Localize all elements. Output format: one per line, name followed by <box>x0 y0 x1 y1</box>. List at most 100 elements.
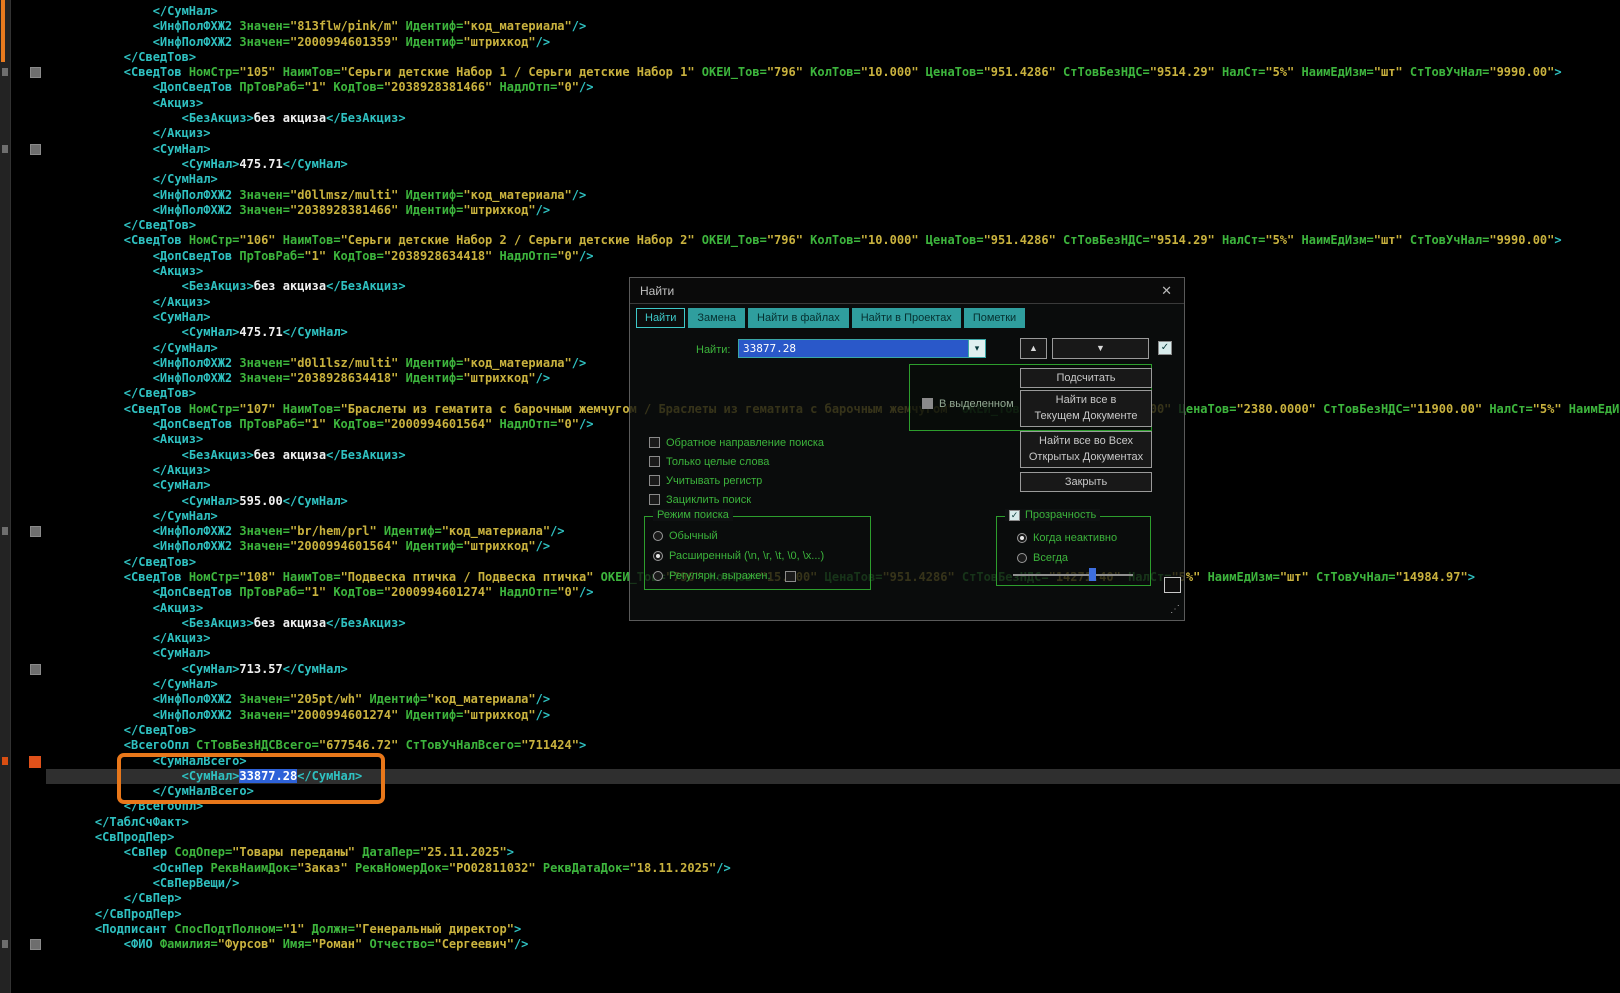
code-line[interactable]: <ИнфПолФХЖ2 Значен="d0llmsz/multi" Идент… <box>46 188 1620 203</box>
find-next-button[interactable]: ▼ <box>1052 338 1149 359</box>
transparency-checkbox[interactable]: ✓ <box>1009 509 1020 521</box>
code-line[interactable]: <БезАкциз>без акциза</БезАкциз> <box>46 111 1620 126</box>
tab-find-in-projects[interactable]: Найти в Проектах <box>851 308 961 328</box>
code-line[interactable]: </СумНал> <box>46 4 1620 19</box>
code-line[interactable]: <СведТов НомСтр="106" НаимТов="Серьги де… <box>46 233 1620 248</box>
tab-replace[interactable]: Замена <box>688 308 746 328</box>
code-line[interactable]: </СумНал> <box>46 677 1620 692</box>
transparency-slider-track[interactable] <box>1013 574 1133 576</box>
checkbox-box <box>649 437 660 448</box>
checkbox-whole-word[interactable]: Только целые слова <box>649 452 824 471</box>
code-token: > <box>1554 233 1562 248</box>
code-line[interactable]: </СвПродПер> <box>46 907 1620 922</box>
code-token: "d0llmsz/multi" <box>289 187 399 202</box>
code-line[interactable]: <ВсегоОпл СтТовБезНДСВсего="677546.72" С… <box>46 738 1620 753</box>
code-line[interactable]: <СумНал>713.57</СумНал> <box>46 662 1620 677</box>
fold-marker[interactable] <box>30 67 41 79</box>
in-selection-checkbox[interactable] <box>922 398 933 409</box>
code-token: НадлОтп= <box>492 417 558 432</box>
code-token: НаимЕдИзм= <box>1294 65 1374 80</box>
tab-find-in-files[interactable]: Найти в файлах <box>748 308 849 328</box>
code-line[interactable]: <СведТов НомСтр="105" НаимТов="Серьги де… <box>46 65 1620 80</box>
checkbox-match-case[interactable]: Учитывать регистр <box>649 471 824 490</box>
fold-marker[interactable] <box>30 663 41 675</box>
code-line[interactable]: </СвПер> <box>46 891 1620 906</box>
overview-orange-marker <box>1 0 5 62</box>
code-line[interactable]: </СведТов> <box>46 50 1620 65</box>
code-token: </Акциз> <box>152 462 211 477</box>
top-right-checkbox[interactable]: ✓ <box>1158 341 1172 355</box>
close-icon[interactable]: ✕ <box>1161 283 1172 299</box>
code-line[interactable]: <Акциз> <box>46 96 1620 111</box>
count-button[interactable]: Подсчитать <box>1020 368 1152 388</box>
code-line[interactable]: <Подписант СпосПодтПолном="1" Должн="Ген… <box>46 922 1620 937</box>
code-line[interactable]: </Акциз> <box>46 126 1620 141</box>
code-token: /> <box>579 585 594 600</box>
transparency-label: Прозрачность <box>1025 509 1097 521</box>
regex-newline-checkbox[interactable] <box>784 570 796 582</box>
find-all-open-button[interactable]: Найти все во Всех Открытых Документах <box>1020 431 1152 468</box>
code-token: Значен= <box>239 19 290 34</box>
resize-grip-icon[interactable]: ⋰ <box>1170 604 1180 615</box>
code-line[interactable]: <СумНал> <box>46 142 1620 157</box>
combo-dropdown-icon[interactable]: ▾ <box>968 340 985 357</box>
radio-transparency-on-losing-focus[interactable]: Когда неактивно <box>1017 528 1150 548</box>
code-token: Имя= <box>275 937 312 952</box>
overview-mark <box>2 527 8 536</box>
code-token: <СумНал> <box>181 661 240 676</box>
code-line[interactable]: <ИнфПолФХЖ2 Значен="2038928381466" Идент… <box>46 203 1620 218</box>
code-token: НомСтр= <box>188 569 240 584</box>
code-line[interactable]: </СумНал> <box>46 172 1620 187</box>
code-token: "796" <box>766 233 803 248</box>
code-token: КодТов= <box>326 417 384 432</box>
code-line[interactable]: <СвПерВещи/> <box>46 876 1620 891</box>
code-token: Идентиф= <box>398 371 464 386</box>
code-token: Должн= <box>304 921 356 936</box>
code-token: <ИнфПолФХЖ2 <box>152 371 240 386</box>
fold-marker[interactable] <box>30 526 41 538</box>
radio-extended[interactable]: Расширенный (\n, \r, \t, \0, \x...) <box>653 546 870 566</box>
code-line[interactable]: <СумНал> <box>46 646 1620 661</box>
code-line[interactable]: </СведТов> <box>46 218 1620 233</box>
code-line[interactable]: <СвПродПер> <box>46 830 1620 845</box>
code-line[interactable]: <СумНал>475.71</СумНал> <box>46 157 1620 172</box>
tab-mark[interactable]: Пометки <box>963 308 1026 328</box>
code-token: <ДопСведТов <box>152 248 240 263</box>
checkbox-backward-direction[interactable]: Обратное направление поиска <box>649 433 824 452</box>
radio-regex[interactable]: Регулярн. выражен. <box>653 566 870 586</box>
code-line[interactable]: </ТаблСчФакт> <box>46 815 1620 830</box>
code-token: <СумНал> <box>181 493 240 508</box>
code-line[interactable]: </СведТов> <box>46 723 1620 738</box>
code-token: /> <box>535 202 551 217</box>
radio-normal[interactable]: Обычный <box>653 526 870 546</box>
code-line[interactable]: <ИнфПолФХЖ2 Значен="813flw/pink/m" Идент… <box>46 19 1620 34</box>
close-button[interactable]: Закрыть <box>1020 472 1152 492</box>
code-line[interactable]: <ИнфПолФХЖ2 Значен="2000994601359" Идент… <box>46 35 1620 50</box>
code-token: <СвПерВещи/> <box>152 875 240 890</box>
code-line[interactable]: </Акциз> <box>46 631 1620 646</box>
find-label: Найти: <box>696 344 731 356</box>
code-line[interactable]: <СвПер СодОпер="Товары переданы" ДатаПер… <box>46 845 1620 860</box>
fold-marker[interactable] <box>30 143 41 155</box>
tab-find[interactable]: Найти <box>636 308 686 328</box>
fold-marker[interactable] <box>30 939 41 951</box>
code-line[interactable]: <ОснПер РеквНаимДок="Заказ" РеквНомерДок… <box>46 861 1620 876</box>
code-line[interactable]: <ДопСведТов ПрТовРаб="1" КодТов="2038928… <box>46 249 1620 264</box>
radio-transparency-always[interactable]: Всегда <box>1017 548 1150 568</box>
dialog-titlebar[interactable]: Найти ✕ <box>630 278 1184 304</box>
search-mode-options: Обычный Расширенный (\n, \r, \t, \0, \x..… <box>645 517 870 586</box>
small-button-box[interactable] <box>1164 577 1181 593</box>
code-line[interactable]: <ДопСведТов ПрТовРаб="1" КодТов="2038928… <box>46 80 1620 95</box>
transparency-slider-thumb[interactable] <box>1089 568 1096 581</box>
code-token: НалСт= <box>1482 401 1533 416</box>
find-all-current-button[interactable]: Найти все в Текущем Документе <box>1020 390 1152 427</box>
code-line[interactable]: <ФИО Фамилия="Фурсов" Имя="Роман" Отчест… <box>46 937 1620 952</box>
checkbox-wrap-around[interactable]: Зациклить поиск <box>649 490 824 509</box>
code-line[interactable]: <ИнфПолФХЖ2 Значен="2000994601274" Идент… <box>46 708 1620 723</box>
code-token: "711424" <box>521 738 579 753</box>
code-line[interactable]: <ИнфПолФХЖ2 Значен="205pt/wh" Идентиф="к… <box>46 692 1620 707</box>
find-previous-button[interactable]: ▲ <box>1020 338 1047 359</box>
search-input[interactable]: 33877.28 ▾ <box>738 339 986 358</box>
code-token: /> <box>579 417 594 432</box>
code-token: НомСтр= <box>188 65 240 80</box>
